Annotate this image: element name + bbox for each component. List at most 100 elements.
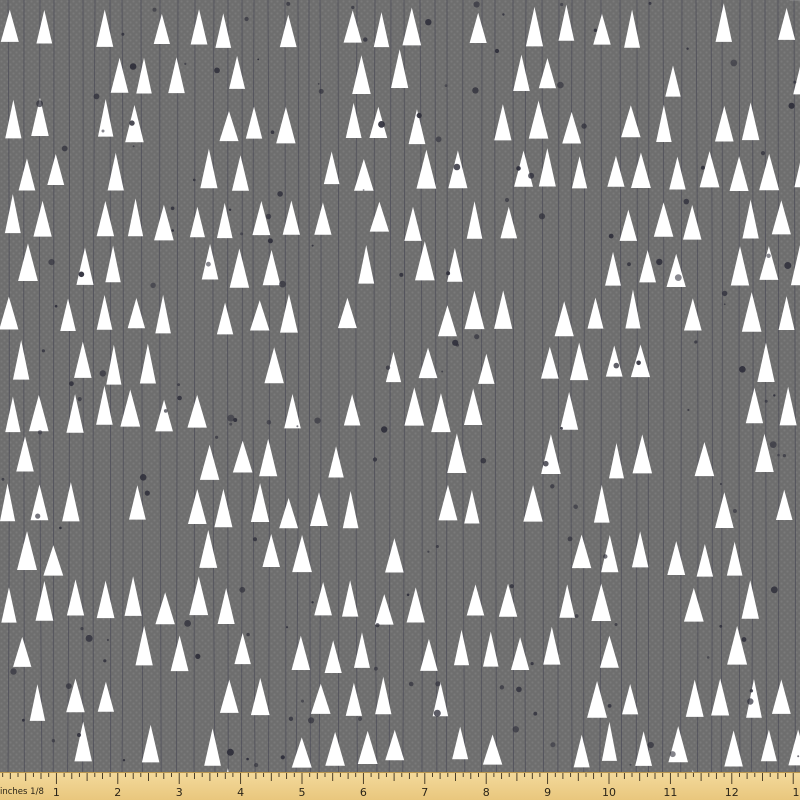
fabric-pattern — [0, 0, 800, 772]
speckle-dot — [627, 262, 631, 267]
speckle-dot — [36, 100, 43, 108]
speckle-dot — [607, 704, 612, 708]
speckle-dot — [265, 213, 272, 220]
speckle-dot — [318, 88, 324, 94]
speckle-dot — [472, 87, 479, 94]
speckle-dot — [314, 417, 321, 424]
speckle-dot — [452, 339, 459, 346]
ruler-number: 10 — [602, 786, 616, 799]
speckle-dot — [720, 483, 722, 485]
speckle-dot — [603, 554, 608, 559]
speckle-dot — [152, 7, 157, 12]
speckle-dot — [288, 716, 294, 721]
speckle-dot — [253, 537, 257, 542]
speckle-dot — [37, 430, 43, 435]
speckle-dot — [474, 334, 480, 340]
speckle-dot — [444, 84, 448, 87]
speckle-dot — [139, 474, 147, 481]
speckle-dot — [453, 163, 461, 171]
speckle-dot — [267, 238, 273, 244]
speckle-dot — [103, 659, 107, 663]
speckle-dot — [184, 620, 192, 627]
speckle-dot — [244, 16, 249, 22]
speckle-dot — [239, 586, 246, 593]
speckle-dot — [317, 83, 320, 85]
speckle-dot — [171, 229, 174, 232]
ruler-number: 11 — [663, 786, 678, 799]
speckle-dot — [433, 709, 441, 717]
speckle-dot — [543, 460, 549, 467]
speckle-dot — [48, 259, 55, 266]
speckle-dot — [408, 681, 414, 687]
speckle-dot — [494, 48, 500, 54]
speckle-dot — [144, 490, 150, 496]
speckle-dot — [504, 197, 510, 203]
speckle-dot — [228, 208, 232, 211]
ruler-number: 8 — [482, 786, 490, 799]
speckle-dot — [257, 58, 260, 61]
speckle-dot — [375, 623, 380, 628]
speckle-dot — [687, 408, 690, 412]
speckle-dot — [629, 763, 632, 766]
speckle-dot — [77, 733, 81, 737]
speckle-dot — [177, 383, 181, 386]
speckle-dot — [85, 634, 93, 642]
speckle-dot — [636, 360, 641, 366]
speckle-dot — [730, 59, 738, 67]
speckle-dot — [749, 689, 754, 693]
speckle-dot — [732, 509, 737, 513]
speckle-dot — [51, 739, 56, 743]
fabric-swatch — [0, 0, 800, 772]
speckle-dot — [10, 668, 17, 675]
speckle-dot — [516, 686, 522, 693]
thread-line — [647, 0, 650, 772]
speckle-dot — [557, 81, 564, 89]
speckle-dot — [184, 62, 187, 65]
speckle-dot — [509, 584, 514, 589]
woven-texture — [0, 0, 800, 772]
speckle-dot — [121, 32, 125, 36]
speckle-dot — [285, 626, 289, 629]
speckle-dot — [793, 80, 797, 84]
speckle-dot — [473, 1, 480, 8]
speckle-dot — [150, 282, 156, 288]
speckle-dot — [233, 418, 238, 422]
speckle-dot — [311, 244, 314, 247]
speckle-dot — [573, 504, 578, 510]
speckle-dot — [301, 699, 304, 703]
speckle-dot — [723, 303, 726, 306]
speckle-dot — [177, 395, 182, 401]
speckle-dot — [351, 5, 355, 10]
speckle-dot — [206, 261, 211, 267]
speckle-dot — [59, 526, 62, 530]
speckle-dot — [766, 253, 771, 258]
speckle-dot — [280, 755, 285, 760]
speckle-dot — [399, 272, 404, 277]
speckle-dot — [246, 757, 249, 761]
speckle-dot — [559, 426, 563, 430]
speckle-dot — [54, 304, 58, 308]
speckle-dot — [769, 441, 777, 448]
speckle-dot — [385, 365, 391, 370]
speckle-dot — [214, 67, 220, 74]
speckle-dot — [499, 685, 505, 690]
speckle-dot — [788, 102, 795, 109]
speckle-dot — [773, 394, 776, 397]
speckle-dot — [77, 397, 82, 402]
ruler-number: 5 — [298, 786, 306, 799]
speckle-dot — [647, 741, 654, 749]
speckle-dot — [722, 290, 728, 297]
speckle-dot — [747, 698, 754, 705]
ruler-number: 6 — [359, 786, 367, 799]
speckle-dot — [516, 166, 521, 171]
speckle-dot — [163, 409, 168, 413]
speckle-dot — [446, 271, 451, 276]
speckle-dot — [770, 586, 778, 594]
speckle-dot — [502, 13, 505, 16]
speckle-dot — [406, 593, 410, 597]
speckle-dot — [435, 136, 442, 143]
speckle-dot — [530, 662, 534, 666]
speckle-dot — [700, 165, 705, 170]
speckle-dot — [378, 121, 385, 128]
speckle-dot — [286, 1, 291, 6]
